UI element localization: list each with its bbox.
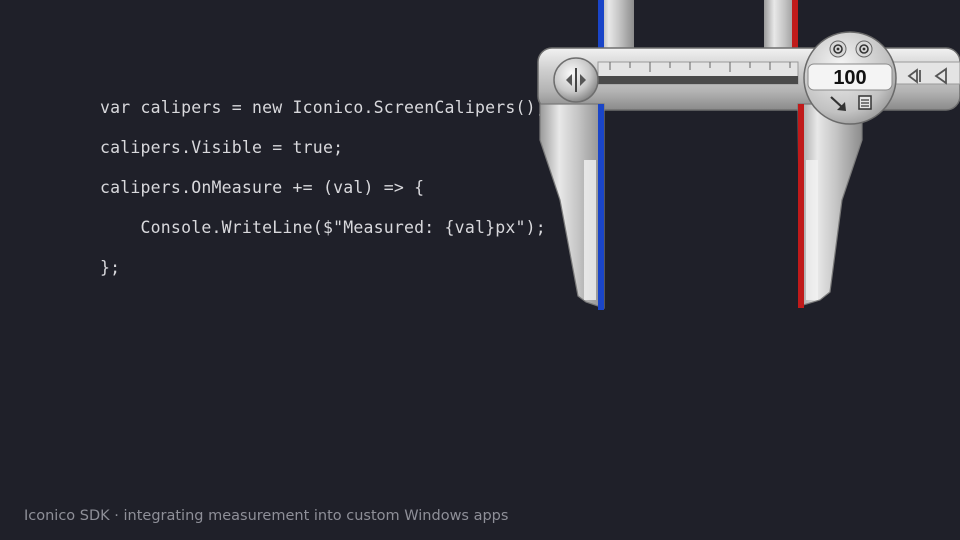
left-upper-jaw[interactable] [598,0,634,50]
screen-calipers-widget[interactable]: 100 [0,0,960,320]
right-upper-jaw[interactable] [764,0,798,50]
zoom-in-button[interactable] [829,40,847,58]
readout-hub[interactable]: 100 [803,31,897,125]
caption: Iconico SDK · integrating measurement in… [24,508,508,524]
caption-brand: Iconico SDK [24,508,110,524]
right-lower-jaw[interactable] [797,103,863,308]
caption-separator: · [114,508,119,524]
left-lower-jaw[interactable] [539,103,605,310]
caption-text: integrating measurement into custom Wind… [123,508,509,524]
pan-button[interactable] [553,57,599,103]
menu-icon [858,95,872,110]
measurement-readout: 100 [833,67,866,89]
menu-button[interactable] [858,95,872,110]
zoom-out-button[interactable] [855,40,873,58]
